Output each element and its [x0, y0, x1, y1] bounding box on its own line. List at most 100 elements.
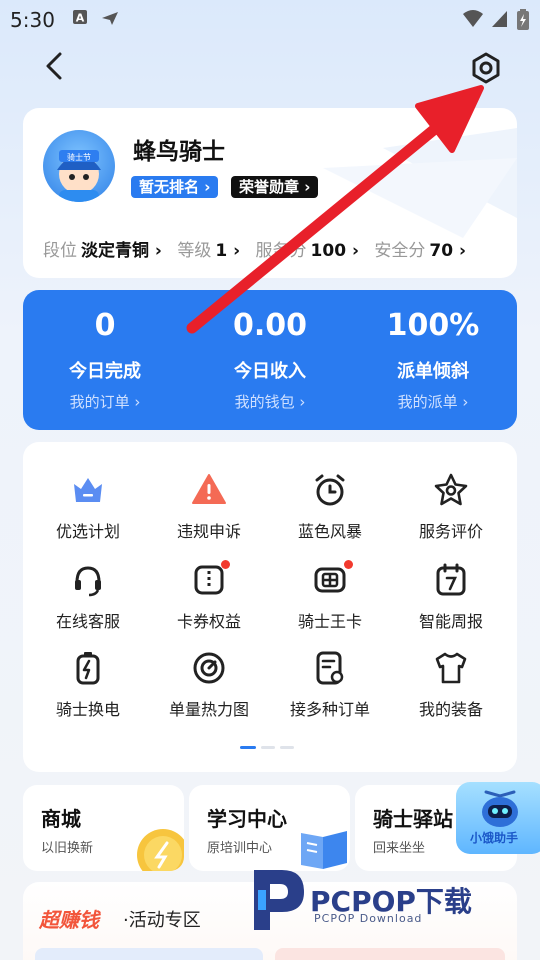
service-title: 学习中心	[207, 807, 287, 831]
battery-charging-icon	[516, 9, 530, 35]
profile-card[interactable]: 骑士节 蜂鸟骑士 暂无排名 › 荣誉勋章 › 段位 淡定青铜 › 等级 1 › 服务…	[23, 108, 517, 278]
tool-label: 骑士王卡	[297, 612, 362, 631]
stat-value: 70	[429, 241, 454, 261]
stat-level[interactable]: 等级 1 ›	[177, 241, 240, 261]
rider-stats: 段位 淡定青铜 › 等级 1 › 服务分 100 › 安全分 70 ›	[43, 236, 476, 261]
metric-income[interactable]: 0.00 今日收入 我的钱包 ›	[190, 308, 350, 412]
chevron-right-icon: ›	[134, 393, 141, 411]
activity-brand: 超赚钱	[39, 908, 99, 932]
chevron-right-icon: ›	[299, 393, 306, 411]
rider-avatar-icon: 骑士节	[57, 150, 101, 202]
service-subtitle: 以旧换新	[41, 841, 94, 856]
metric-link[interactable]: 我的钱包 ›	[190, 391, 350, 412]
metric-value: 0.00	[232, 308, 308, 343]
signal-icon	[490, 9, 508, 33]
svg-text:骑士节: 骑士节	[67, 152, 91, 162]
tool-label: 在线客服	[55, 612, 120, 631]
pcpop-logo-icon	[254, 870, 304, 930]
stat-value: 100	[310, 241, 347, 261]
rank-badge[interactable]: 暂无排名 ›	[131, 176, 219, 198]
page-indicator	[261, 746, 275, 749]
rider-name: 蜂鸟骑士	[133, 139, 225, 165]
honor-badge[interactable]: 荣誉勋章 ›	[231, 176, 319, 198]
tool-my-gear[interactable]: 我的装备	[391, 650, 511, 730]
tool-label: 服务评价	[418, 522, 483, 541]
activity-banner-right[interactable]	[275, 948, 505, 960]
chevron-right-icon: ›	[453, 241, 466, 261]
metric-value: 100%	[386, 308, 480, 343]
stat-label: 段位	[43, 241, 77, 261]
chevron-right-icon: ›	[204, 178, 211, 196]
settings-hexagon-icon	[472, 52, 500, 84]
settings-button[interactable]	[464, 46, 508, 90]
tool-label: 优选计划	[55, 522, 120, 541]
tool-label: 单量热力图	[168, 700, 249, 719]
tool-label: 蓝色风暴	[297, 522, 362, 541]
tool-battery-swap[interactable]: 骑士换电	[28, 650, 148, 730]
tool-label: 骑士换电	[55, 700, 120, 719]
chevron-right-icon: ›	[304, 178, 311, 196]
tool-preferred-plan[interactable]: 优选计划	[28, 472, 148, 552]
warning-icon	[192, 474, 226, 504]
stat-safety-score[interactable]: 安全分 70 ›	[374, 241, 466, 261]
tool-label: 智能周报	[418, 612, 483, 631]
tool-label: 我的装备	[418, 700, 483, 719]
tool-blue-storm[interactable]: 蓝色风暴	[270, 472, 390, 552]
tool-violation-appeal[interactable]: 违规申诉	[149, 472, 269, 552]
metric-link[interactable]: 我的派单 ›	[353, 391, 513, 412]
tshirt-icon	[435, 652, 467, 684]
service-subtitle: 原培训中心	[207, 841, 273, 856]
tool-label: 接多种订单	[289, 700, 370, 719]
metric-dispatch-bias[interactable]: 100% 派单倾斜 我的派单 ›	[353, 308, 513, 412]
tool-rider-king-card[interactable]: 骑士王卡	[270, 560, 390, 642]
robot-assistant-icon	[482, 790, 518, 827]
service-subtitle: 回来坐坐	[373, 841, 426, 856]
rank-badge-label: 暂无排名	[139, 178, 200, 196]
metric-value: 0	[94, 308, 116, 343]
tool-label: 违规申诉	[176, 522, 241, 541]
metric-label: 今日收入	[234, 361, 306, 382]
status-time: 5:30	[10, 8, 55, 32]
top-navigation	[0, 46, 540, 90]
tool-service-rating[interactable]: 服务评价	[391, 472, 511, 552]
headset-icon	[75, 566, 101, 597]
calendar-icon	[436, 563, 466, 596]
stat-label: 安全分	[374, 241, 426, 261]
card-icon	[314, 567, 346, 593]
tool-coupons[interactable]: 卡券权益	[149, 560, 269, 642]
tool-online-support[interactable]: 在线客服	[28, 562, 148, 642]
tools-grid-card: 优选计划 违规申诉 蓝色风暴 服务评价 在线客服 卡券权益 骑士王卡 智能周报 …	[23, 442, 517, 772]
metric-link-label: 我的钱包	[234, 393, 295, 411]
tool-multi-orders[interactable]: 接多种订单	[270, 650, 390, 730]
assistant-button[interactable]: 小饿助手	[456, 782, 540, 854]
notification-dot	[221, 560, 230, 569]
page-indicator-active	[240, 746, 256, 749]
notification-dot	[344, 560, 353, 569]
stat-tier[interactable]: 段位 淡定青铜 ›	[43, 241, 162, 261]
service-learning-center[interactable]: 学习中心 原培训中心	[189, 785, 350, 871]
crown-icon	[74, 478, 102, 502]
back-button[interactable]	[38, 46, 74, 86]
tool-weekly-report[interactable]: 智能周报	[391, 562, 511, 642]
metric-completed[interactable]: 0 今日完成 我的订单 ›	[25, 308, 185, 412]
chevron-right-icon: ›	[346, 241, 359, 261]
avatar[interactable]: 骑士节	[43, 130, 115, 202]
keyboard-a-icon: A	[72, 9, 88, 29]
activity-title: ·活动专区	[123, 910, 201, 931]
stat-label: 等级	[177, 241, 212, 261]
metric-label: 今日完成	[69, 361, 141, 382]
watermark: PCPOP下载 PCPOP Download	[248, 860, 528, 940]
tool-order-heatmap[interactable]: 单量热力图	[149, 650, 269, 730]
stat-service-score[interactable]: 服务分 100 ›	[256, 241, 359, 261]
service-mall[interactable]: 商城 以旧换新	[23, 785, 184, 871]
metric-link[interactable]: 我的订单 ›	[25, 391, 185, 412]
stat-label: 服务分	[255, 241, 307, 261]
metric-link-label: 我的订单	[69, 393, 130, 411]
battery-icon	[76, 652, 100, 685]
order-icon	[316, 651, 344, 685]
status-bar: 5:30 A	[0, 0, 540, 38]
assistant-label: 小饿助手	[470, 831, 519, 845]
chevron-right-icon: ›	[462, 393, 469, 411]
metric-label: 派单倾斜	[397, 361, 469, 382]
activity-banner-left[interactable]	[35, 948, 263, 960]
